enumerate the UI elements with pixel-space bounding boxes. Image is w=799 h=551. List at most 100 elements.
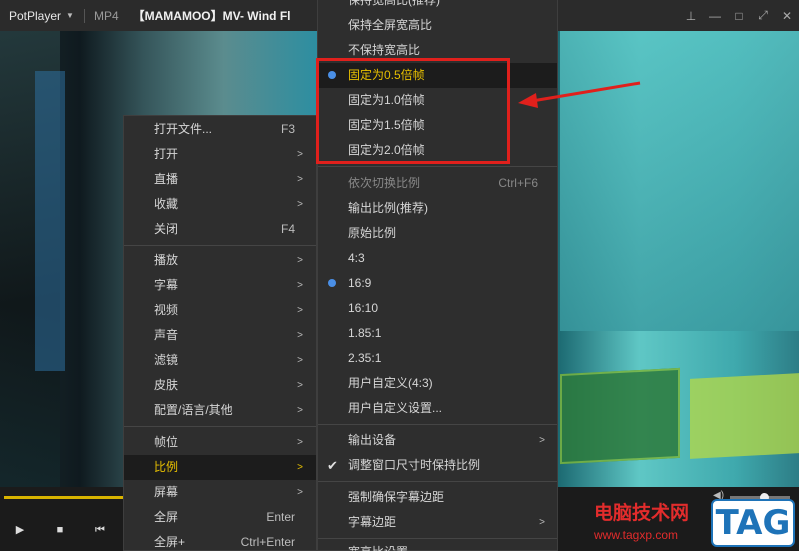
chevron-right-icon: > <box>297 487 303 498</box>
menu-item-fullscreen-plus[interactable]: 全屏+ Ctrl+Enter <box>124 530 316 551</box>
menu-item-label: 调整窗口尺寸时保持比例 <box>348 458 481 472</box>
menu-item-subtitles[interactable]: 字幕 > <box>124 273 316 298</box>
menu-item-label: 关闭 <box>154 222 179 236</box>
fullscreen-icon[interactable]: ⤢ <box>751 8 775 23</box>
video-frame-region <box>560 31 799 331</box>
pin-icon[interactable]: ⊥ <box>679 9 703 23</box>
menu-item-label: 声音 <box>154 328 179 342</box>
submenu-item-subtitle-margin[interactable]: 字幕边距 > <box>318 510 557 535</box>
menu-item-label: 字幕 <box>154 278 179 292</box>
menu-item-label: 屏幕 <box>154 485 179 499</box>
submenu-item-16-10[interactable]: 16:10 <box>318 296 557 321</box>
seek-bar[interactable] <box>4 496 124 499</box>
submenu-item-force-subtitle-margin[interactable]: 强制确保字幕边距 <box>318 485 557 510</box>
video-frame-region <box>560 367 680 465</box>
format-label: MP4 <box>93 8 119 23</box>
menu-item-config[interactable]: 配置/语言/其他 > <box>124 398 316 423</box>
chevron-right-icon: > <box>539 435 545 446</box>
menu-item-shortcut: F4 <box>280 222 295 236</box>
maximize-icon[interactable]: □ <box>727 9 751 23</box>
menu-divider <box>318 424 557 425</box>
annotation-arrow-icon <box>518 81 641 108</box>
menu-item-label: 配置/语言/其他 <box>154 403 233 417</box>
checkmark-icon: ✔ <box>327 458 338 473</box>
menu-item-label: 播放 <box>154 253 179 267</box>
menu-item-label: 滤镜 <box>154 353 179 367</box>
menu-item-label: 保持宽高比(推荐) <box>348 0 440 7</box>
seek-bar-fill <box>4 496 124 499</box>
menu-item-skins[interactable]: 皮肤 > <box>124 373 316 398</box>
menu-item-label: 1.85:1 <box>348 326 382 340</box>
menu-item-screen[interactable]: 屏幕 > <box>124 480 316 505</box>
menu-item-shortcut: Ctrl+Enter <box>240 535 295 549</box>
menu-item-label: 比例 <box>154 460 179 474</box>
submenu-item-keep-fullscreen-ratio[interactable]: 保持全屏宽高比 <box>318 13 557 38</box>
window-title: 【MAMAMOO】MV- Wind Fl <box>132 9 291 23</box>
chevron-right-icon: > <box>297 305 303 316</box>
menu-divider <box>318 481 557 482</box>
submenu-item-original-ratio[interactable]: 原始比例 <box>318 221 557 246</box>
menu-item-favorites[interactable]: 收藏 > <box>124 192 316 217</box>
window-controls: ⊥ — □ ⤢ ✕ <box>679 0 799 31</box>
menu-item-open[interactable]: 打开 > <box>124 142 316 167</box>
close-icon[interactable]: ✕ <box>775 9 799 23</box>
submenu-item-1-85[interactable]: 1.85:1 <box>318 321 557 346</box>
watermark-url: www.tagxp.com <box>594 528 679 542</box>
menu-item-label: 宽高比设置... <box>348 540 418 551</box>
context-menu: 打开文件... F3 打开 > 直播 > 收藏 > 关闭 F4 播放 > 字幕 … <box>123 115 317 551</box>
menu-item-label: 字幕边距 <box>348 515 397 529</box>
menu-item-live[interactable]: 直播 > <box>124 167 316 192</box>
app-menu-button[interactable]: PotPlayer <box>0 9 61 23</box>
menu-item-label: 强制确保字幕边距 <box>348 490 445 504</box>
submenu-item-4-3[interactable]: 4:3 <box>318 246 557 271</box>
stop-icon[interactable]: ■ <box>50 520 70 540</box>
menu-item-label: 视频 <box>154 303 179 317</box>
menu-item-label: 直播 <box>154 172 179 186</box>
play-icon[interactable]: ▶ <box>10 520 30 540</box>
menu-divider <box>318 538 557 539</box>
chevron-right-icon: > <box>297 437 303 448</box>
submenu-item-keep-ratio[interactable]: 保持宽高比(推荐) <box>318 0 557 13</box>
submenu-item-output-device[interactable]: 输出设备 > <box>318 428 557 453</box>
menu-divider <box>124 426 316 427</box>
menu-item-label: 16:10 <box>348 301 379 315</box>
menu-item-label: 16:9 <box>348 276 372 290</box>
watermark-tag-logo: TAG <box>711 499 795 547</box>
menu-divider <box>124 245 316 246</box>
menu-item-open-file[interactable]: 打开文件... F3 <box>124 117 316 142</box>
submenu-item-ratio-settings[interactable]: 宽高比设置... <box>318 540 557 551</box>
submenu-item-keep-ratio-on-resize[interactable]: ✔ 调整窗口尺寸时保持比例 <box>318 453 557 478</box>
menu-item-label: 收藏 <box>154 197 179 211</box>
submenu-item-cycle-ratio[interactable]: 依次切换比例 Ctrl+F6 <box>318 171 557 196</box>
chevron-right-icon: > <box>297 199 303 210</box>
menu-item-video[interactable]: 视频 > <box>124 298 316 323</box>
radio-selected-icon <box>328 279 336 287</box>
menu-item-shortcut: F3 <box>280 122 295 136</box>
menu-item-fullscreen[interactable]: 全屏 Enter <box>124 505 316 530</box>
chevron-right-icon: > <box>539 517 545 528</box>
menu-item-aspect-ratio[interactable]: 比例 > <box>124 455 316 480</box>
previous-icon[interactable]: ⏮ <box>90 520 110 540</box>
menu-item-filters[interactable]: 滤镜 > <box>124 348 316 373</box>
submenu-item-2-35[interactable]: 2.35:1 <box>318 346 557 371</box>
video-frame-region <box>690 373 799 459</box>
menu-divider <box>318 166 557 167</box>
submenu-item-custom-settings[interactable]: 用户自定义设置... <box>318 396 557 421</box>
menu-item-label: 帧位 <box>154 435 179 449</box>
menu-item-label: 皮肤 <box>154 378 179 392</box>
chevron-right-icon: > <box>297 174 303 185</box>
chevron-right-icon: > <box>297 280 303 291</box>
menu-item-playback[interactable]: 播放 > <box>124 248 316 273</box>
menu-item-close[interactable]: 关闭 F4 <box>124 217 316 242</box>
menu-item-audio[interactable]: 声音 > <box>124 323 316 348</box>
watermark: 电脑技术网 www.tagxp.com TAG <box>580 495 799 551</box>
submenu-item-custom-4-3[interactable]: 用户自定义(4:3) <box>318 371 557 396</box>
chevron-right-icon: > <box>297 149 303 160</box>
submenu-item-16-9[interactable]: 16:9 <box>318 271 557 296</box>
submenu-item-output-ratio[interactable]: 输出比例(推荐) <box>318 196 557 221</box>
minimize-icon[interactable]: — <box>703 9 727 23</box>
chevron-right-icon: > <box>297 462 303 473</box>
menu-item-frame[interactable]: 帧位 > <box>124 430 316 455</box>
chevron-down-icon[interactable]: ▼ <box>66 11 74 20</box>
divider <box>83 8 85 23</box>
